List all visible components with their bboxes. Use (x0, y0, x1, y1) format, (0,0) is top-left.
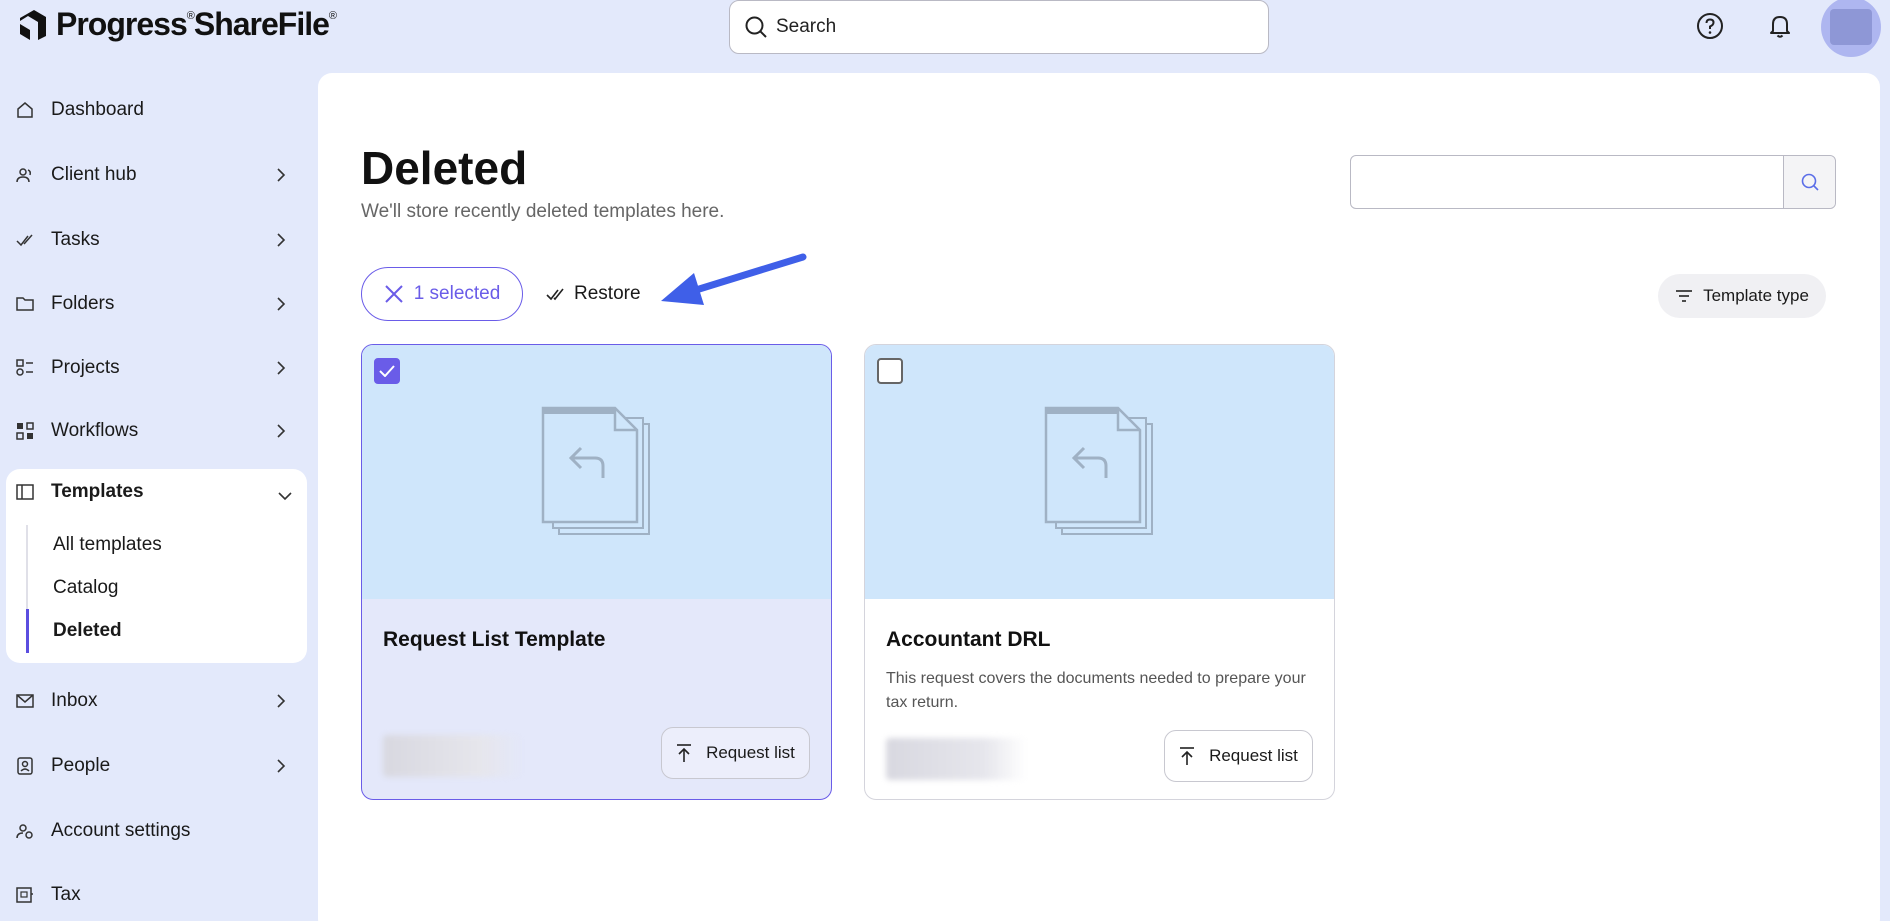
template-thumbnail (865, 345, 1334, 599)
template-search-input[interactable] (1351, 156, 1783, 208)
sidebar-item-dashboard[interactable]: Dashboard (0, 82, 310, 138)
deleted-template-icon (1044, 406, 1153, 535)
sidebar-item-label: People (51, 755, 111, 776)
upload-icon (677, 744, 692, 762)
progress-sharefile-logo[interactable]: Progress®ShareFile® (16, 6, 337, 43)
card-checkbox[interactable] (374, 358, 400, 384)
chevron-right-icon (277, 297, 286, 311)
template-card[interactable]: Accountant DRL This request covers the d… (864, 344, 1335, 800)
template-title: Request List Template (383, 628, 606, 651)
main-panel: Deleted We'll store recently deleted tem… (318, 73, 1880, 921)
sidebar-subitem-catalog[interactable]: Catalog (53, 577, 119, 599)
sidebar-item-label: Client hub (51, 164, 137, 185)
brand-name: Progress (56, 6, 188, 42)
home-icon (16, 101, 34, 119)
sidebar-item-label: Dashboard (51, 99, 144, 120)
tax-icon (16, 886, 34, 904)
help-button[interactable] (1694, 10, 1726, 42)
sidebar-item-account-settings[interactable]: Account settings (0, 803, 310, 859)
sidebar-templates-group: Templates All templates Catalog Deleted (6, 469, 307, 663)
chevron-right-icon (277, 694, 286, 708)
sidebar-item-inbox[interactable]: Inbox (0, 673, 310, 729)
workflows-icon (16, 422, 34, 440)
tasks-icon (16, 231, 34, 249)
mail-icon (16, 692, 34, 710)
selected-count: 1 selected (413, 283, 501, 304)
logo-mark-icon (20, 9, 46, 40)
projects-icon (16, 359, 34, 377)
double-check-icon (546, 288, 564, 301)
checkmark-icon (379, 365, 395, 377)
close-icon (384, 285, 403, 303)
sidebar-item-projects[interactable]: Projects (0, 340, 310, 396)
client-hub-icon (16, 166, 34, 184)
template-description: This request covers the documents needed… (886, 670, 1306, 711)
upload-icon (1180, 747, 1195, 765)
template-type-badge[interactable]: Request list (1164, 730, 1313, 782)
template-type-label: Request list (1209, 746, 1298, 765)
chevron-down-icon[interactable] (277, 491, 293, 501)
sidebar-item-label: Tasks (51, 229, 100, 250)
sidebar-item-templates[interactable]: Templates (16, 481, 144, 503)
chevron-right-icon (277, 233, 286, 247)
help-icon (1697, 13, 1723, 39)
sidebar-item-label: Tax (51, 884, 81, 905)
restore-label: Restore (574, 283, 641, 304)
people-icon (16, 757, 34, 775)
sidebar-item-workflows[interactable]: Workflows (0, 403, 310, 459)
sidebar-subitem-all-templates[interactable]: All templates (53, 534, 162, 556)
global-search-input[interactable]: Search (729, 0, 1269, 54)
template-search (1350, 155, 1836, 209)
page-title: Deleted (361, 142, 528, 194)
sidebar-item-label: Projects (51, 357, 120, 378)
sidebar-item-label: Workflows (51, 420, 139, 441)
sidebar-item-people[interactable]: People (0, 738, 310, 794)
arrow-annotation (661, 253, 807, 305)
sidebar-item-tax[interactable]: Tax (0, 867, 310, 921)
search-icon (745, 16, 767, 38)
filter-icon (1676, 290, 1693, 302)
templates-icon (16, 483, 34, 501)
sidebar-item-folders[interactable]: Folders (0, 276, 310, 332)
template-type-filter-button[interactable]: Template type (1658, 274, 1826, 318)
chevron-right-icon (277, 361, 286, 375)
chevron-right-icon (277, 168, 286, 182)
product-name: ShareFile (193, 6, 330, 42)
template-title: Accountant DRL (886, 628, 1051, 651)
folder-icon (16, 295, 34, 313)
sidebar-item-label: Templates (51, 481, 144, 502)
clear-selection-button[interactable]: 1 selected (361, 267, 523, 321)
template-card[interactable]: Request List Template Request list (361, 344, 832, 800)
chevron-right-icon (277, 759, 286, 773)
sidebar-subitem-deleted[interactable]: Deleted (53, 620, 122, 642)
active-indicator (26, 609, 29, 653)
filter-label: Template type (1703, 286, 1809, 305)
notifications-button[interactable] (1764, 10, 1796, 42)
bell-icon (1770, 16, 1790, 38)
redacted-owner (886, 738, 1026, 780)
restore-button[interactable]: Restore (546, 283, 641, 305)
template-thumbnail (362, 345, 831, 599)
deleted-template-icon (541, 406, 650, 535)
search-placeholder: Search (776, 16, 837, 37)
sidebar-item-label: Folders (51, 293, 115, 314)
chevron-right-icon (277, 424, 286, 438)
template-type-badge[interactable]: Request list (661, 727, 810, 779)
sidebar-item-label: Account settings (51, 820, 191, 841)
sidebar-item-label: Inbox (51, 690, 98, 711)
search-icon (1801, 173, 1819, 191)
search-button[interactable] (1783, 156, 1835, 208)
sidebar-item-client-hub[interactable]: Client hub (0, 147, 310, 203)
avatar[interactable] (1821, 0, 1881, 57)
settings-icon (16, 822, 34, 840)
sidebar-item-tasks[interactable]: Tasks (0, 212, 310, 268)
template-type-label: Request list (706, 743, 795, 762)
redacted-owner (383, 735, 523, 777)
page-subtitle: We'll store recently deleted templates h… (361, 201, 725, 222)
card-checkbox[interactable] (877, 358, 903, 384)
